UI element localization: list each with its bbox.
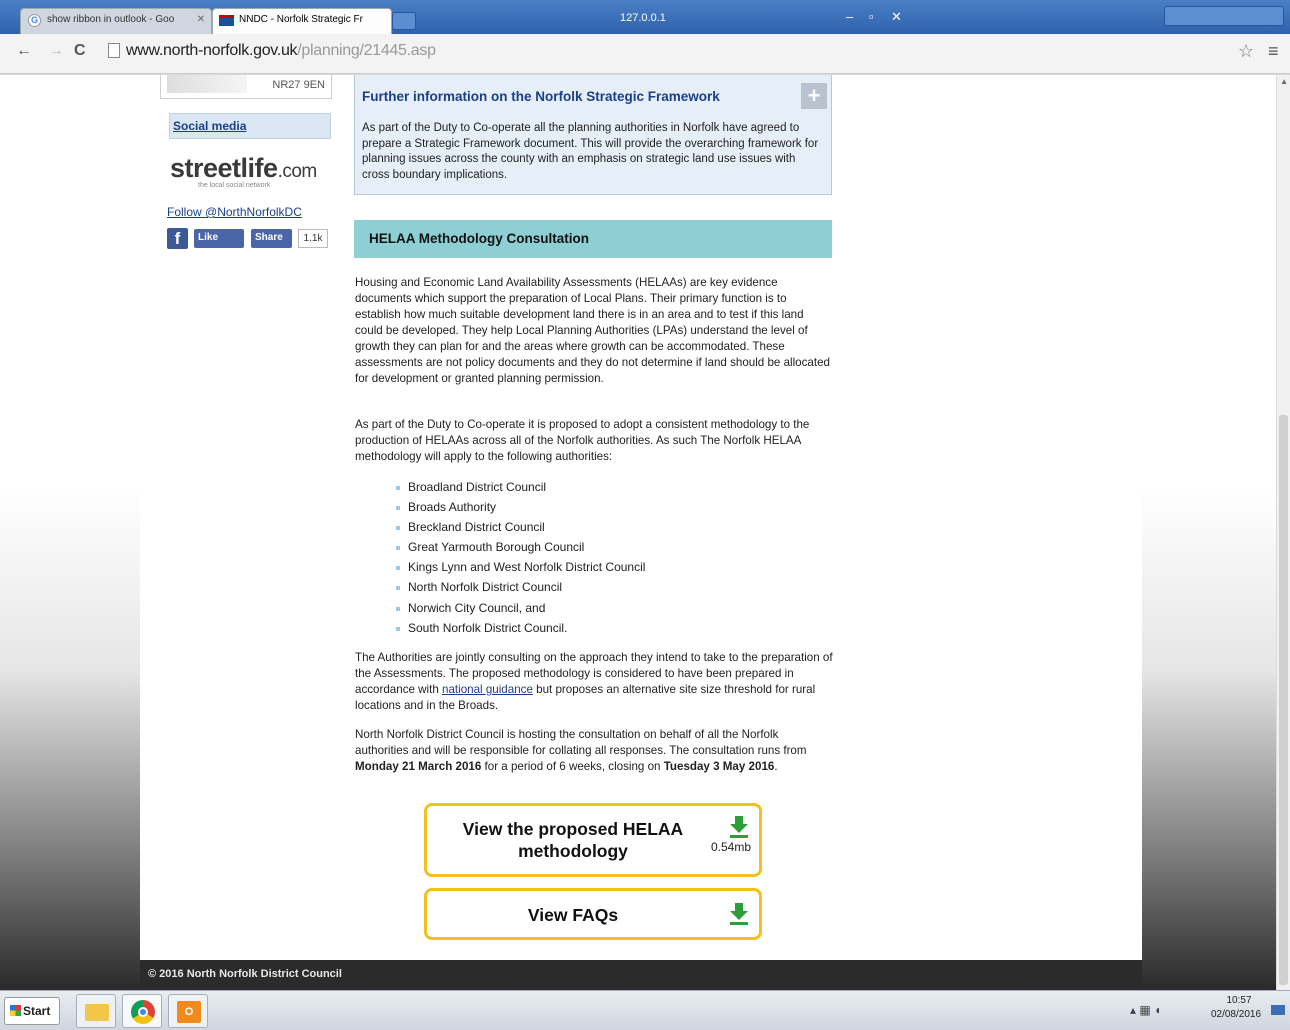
page-icon bbox=[108, 43, 120, 58]
url-path: /planning/21445.asp bbox=[297, 42, 436, 59]
section-header: HELAA Methodology Consultation bbox=[354, 220, 832, 258]
start-button[interactable]: Start bbox=[4, 997, 60, 1025]
page-footer: © 2016 North Norfolk District Council bbox=[140, 960, 1142, 990]
duty-paragraph: As part of the Duty to Co-operate it is … bbox=[355, 418, 810, 463]
browser-toolbar: ← → C www.north-norfolk.gov.uk/planning/… bbox=[0, 34, 1290, 74]
faqs-button-label: View FAQs bbox=[527, 905, 619, 925]
list-item: Great Yarmouth Borough Council bbox=[394, 537, 814, 557]
further-info-title[interactable]: Further information on the Norfolk Strat… bbox=[362, 89, 720, 104]
tab-google-search[interactable]: G show ribbon in outlook - Goo ✕ bbox=[20, 8, 212, 34]
facebook-icon[interactable]: f bbox=[167, 228, 188, 249]
windows-taskbar: Start O ▴ ▦ ◖ 10:57 02/08/2016 bbox=[0, 990, 1290, 1030]
taskbar-chrome[interactable] bbox=[122, 994, 162, 1028]
start-label: Start bbox=[23, 1004, 51, 1018]
maximize-icon[interactable]: ▫ bbox=[869, 9, 874, 24]
copyright-text: © 2016 North Norfolk District Council bbox=[148, 968, 342, 980]
forward-icon[interactable]: → bbox=[48, 42, 64, 60]
address-box: NR27 9EN bbox=[160, 75, 332, 99]
postcode: NR27 9EN bbox=[272, 79, 325, 91]
window-controls[interactable] bbox=[1164, 6, 1284, 26]
facebook-share-label: Share bbox=[255, 232, 283, 243]
outlook-icon: O bbox=[177, 1001, 201, 1023]
show-desktop-icon[interactable] bbox=[1271, 1005, 1285, 1015]
star-icon[interactable]: ☆ bbox=[1238, 41, 1254, 62]
tab-title: show ribbon in outlook - Goo bbox=[47, 14, 175, 25]
tab-nndc[interactable]: NNDC - Norfolk Strategic Fr bbox=[212, 8, 392, 34]
clock-time[interactable]: 10:57 bbox=[1219, 995, 1259, 1006]
system-tray-icons[interactable]: ▴ ▦ ◖ bbox=[1130, 1003, 1161, 1017]
list-item: South Norfolk District Council. bbox=[394, 618, 814, 638]
tab-title: NNDC - Norfolk Strategic Fr bbox=[239, 14, 363, 25]
folder-icon bbox=[85, 1004, 109, 1021]
close-icon[interactable]: ✕ bbox=[891, 9, 902, 25]
nndc-favicon-icon bbox=[219, 15, 234, 26]
national-guidance-link[interactable]: national guidance bbox=[442, 683, 533, 696]
clock-date[interactable]: 02/08/2016 bbox=[1203, 1009, 1269, 1020]
streetlife-logo[interactable]: streetlife.com bbox=[170, 153, 317, 184]
consultation-paragraph: The Authorities are jointly consulting o… bbox=[355, 650, 833, 714]
intro-paragraph: Housing and Economic Land Availability A… bbox=[355, 276, 830, 385]
list-item: Norwich City Council, and bbox=[394, 598, 814, 618]
new-tab-button[interactable] bbox=[392, 12, 416, 30]
facebook-like-label: Like bbox=[198, 232, 219, 243]
end-date: Tuesday 3 May 2016 bbox=[663, 760, 775, 773]
hosting-text: . bbox=[774, 760, 778, 773]
download-icon bbox=[730, 816, 748, 838]
streetlife-logo-text: streetlife bbox=[170, 153, 278, 183]
back-icon[interactable]: ← bbox=[16, 42, 32, 60]
scroll-thumb[interactable] bbox=[1279, 415, 1288, 985]
facebook-share-button[interactable]: Share bbox=[251, 229, 292, 248]
taskbar-outlook[interactable]: O bbox=[168, 994, 208, 1028]
section-title: HELAA Methodology Consultation bbox=[369, 231, 589, 246]
list-item: Broads Authority bbox=[394, 497, 814, 517]
hosting-text: North Norfolk District Council is hostin… bbox=[355, 728, 807, 757]
reload-icon[interactable]: C bbox=[74, 42, 86, 60]
list-item: Broadland District Council bbox=[394, 477, 814, 497]
scroll-up-icon[interactable]: ▲ bbox=[1280, 77, 1288, 86]
facebook-share-count: 1.1k bbox=[298, 229, 328, 248]
address-image bbox=[167, 75, 247, 93]
view-faqs-button[interactable]: View FAQs bbox=[424, 888, 762, 940]
list-item: Breckland District Council bbox=[394, 517, 814, 537]
list-item: Kings Lynn and West Norfolk District Cou… bbox=[394, 557, 814, 577]
facebook-like-button[interactable]: Like bbox=[194, 229, 244, 248]
helaa-button-line1: View the proposed HELAA bbox=[462, 819, 684, 839]
streetlife-tagline: the local social network bbox=[198, 182, 271, 189]
chrome-icon bbox=[131, 1000, 155, 1024]
window-title: 127.0.0.1 bbox=[620, 12, 666, 24]
tab-close-icon[interactable]: ✕ bbox=[197, 14, 205, 25]
start-date: Monday 21 March 2016 bbox=[355, 760, 482, 773]
authority-list: Broadland District Council Broads Author… bbox=[394, 477, 814, 638]
view-helaa-methodology-button[interactable]: View the proposed HELAA methodology 0.54m… bbox=[424, 803, 762, 877]
streetlife-logo-suffix: .com bbox=[277, 161, 318, 182]
helaa-button-line2: methodology bbox=[518, 841, 628, 861]
page-viewport: NR27 9EN Social media streetlife.com the… bbox=[0, 75, 1290, 990]
hosting-paragraph: North Norfolk District Council is hostin… bbox=[355, 727, 833, 775]
minimize-icon[interactable]: – bbox=[846, 9, 853, 24]
vertical-scrollbar[interactable]: ▲ bbox=[1276, 75, 1290, 990]
twitter-follow-link[interactable]: Follow @NorthNorfolkDC bbox=[167, 205, 302, 219]
further-info-text: As part of the Duty to Co-operate all th… bbox=[362, 122, 819, 181]
download-icon bbox=[730, 903, 748, 925]
page-content: NR27 9EN Social media streetlife.com the… bbox=[140, 75, 1142, 990]
windows-logo-icon bbox=[10, 1005, 21, 1016]
google-favicon-icon: G bbox=[28, 14, 41, 27]
menu-icon[interactable]: ≡ bbox=[1268, 41, 1279, 62]
further-info-panel: Further information on the Norfolk Strat… bbox=[354, 75, 832, 195]
browser-titlebar: G show ribbon in outlook - Goo ✕ NNDC - … bbox=[0, 0, 1290, 34]
url-domain: www.north-norfolk.gov.uk bbox=[126, 42, 298, 59]
file-size: 0.54mb bbox=[711, 840, 752, 854]
taskbar-explorer[interactable] bbox=[76, 994, 116, 1028]
hosting-text: for a period of 6 weeks, closing on bbox=[481, 760, 664, 773]
social-media-link[interactable]: Social media bbox=[169, 113, 331, 139]
address-bar[interactable]: www.north-norfolk.gov.uk/planning/21445.… bbox=[126, 42, 436, 60]
list-item: North Norfolk District Council bbox=[394, 577, 814, 597]
helaa-button-label: View the proposed HELAA methodology bbox=[441, 818, 705, 862]
expand-plus-icon[interactable]: + bbox=[801, 83, 827, 109]
